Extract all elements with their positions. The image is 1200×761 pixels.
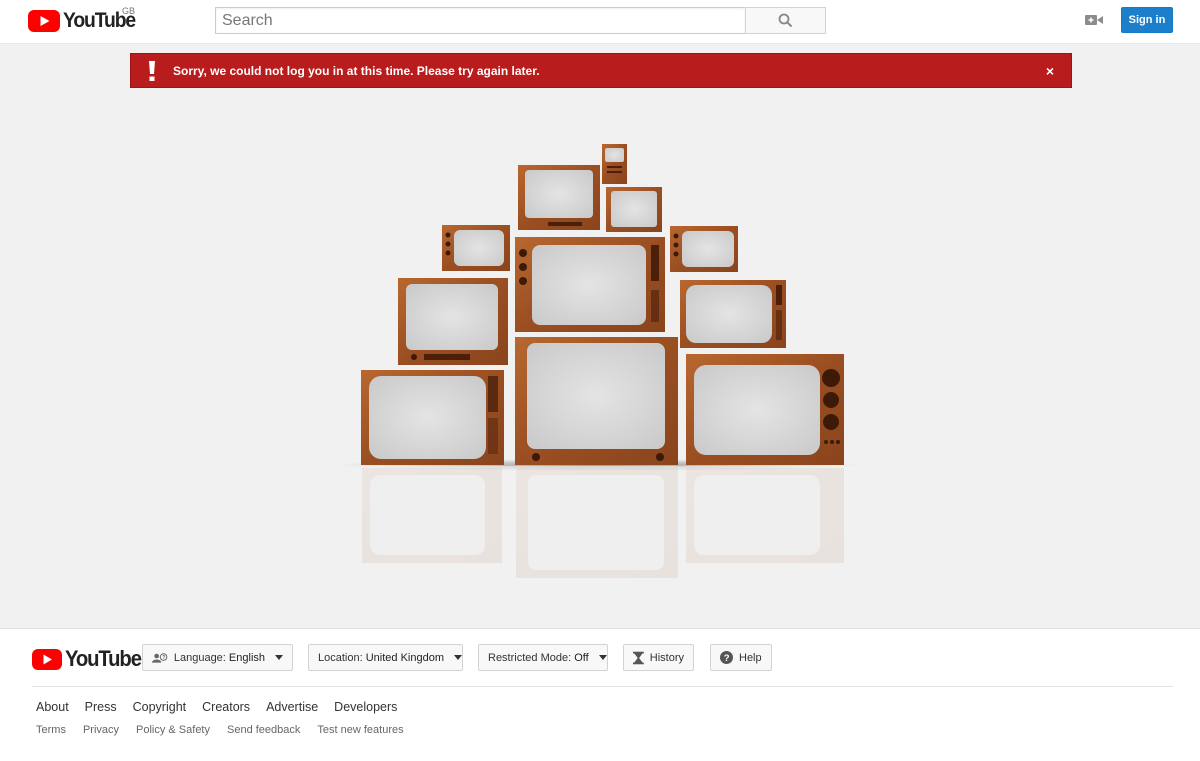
footer-link-developers[interactable]: Developers xyxy=(334,700,397,714)
tv-top-right xyxy=(606,187,662,232)
search-button[interactable] xyxy=(745,7,826,34)
chevron-down-icon xyxy=(454,655,462,660)
footer-link-send-feedback[interactable]: Send feedback xyxy=(227,724,300,736)
location-value: United Kingdom xyxy=(365,651,444,664)
tv-upper-left-small xyxy=(442,225,510,271)
search-input[interactable] xyxy=(215,7,745,34)
tv-middle-center xyxy=(515,237,665,332)
language-icon: ? xyxy=(152,652,168,663)
tv-upper-right-small xyxy=(670,226,738,272)
youtube-play-icon xyxy=(28,10,60,32)
tv-middle-right xyxy=(680,280,786,348)
error-alert: Sorry, we could not log you in at this t… xyxy=(130,53,1072,88)
help-button[interactable]: ? Help xyxy=(710,644,772,671)
masthead: YouTube GB Sign in xyxy=(0,0,1200,44)
footer-link-test-new-features[interactable]: Test new features xyxy=(317,724,403,736)
youtube-play-icon xyxy=(32,648,62,670)
tv-top-left xyxy=(518,165,600,230)
location-prefix: Location: xyxy=(318,651,363,664)
restricted-prefix: Restricted Mode: xyxy=(488,651,572,664)
language-button[interactable]: ? Language: English xyxy=(142,644,293,671)
footer-link-terms[interactable]: Terms xyxy=(36,724,66,736)
footer-link-privacy[interactable]: Privacy xyxy=(83,724,119,736)
tv-top-tiny xyxy=(602,144,627,184)
footer-primary-links: About Press Copyright Creators Advertise… xyxy=(36,700,413,714)
language-value: English xyxy=(228,651,265,664)
footer-link-creators[interactable]: Creators xyxy=(202,700,250,714)
restricted-value: Off xyxy=(574,651,589,664)
footer-link-press[interactable]: Press xyxy=(85,700,117,714)
tv-bottom-right xyxy=(686,354,844,465)
exclamation-icon xyxy=(131,60,173,81)
restricted-mode-button[interactable]: Restricted Mode: Off xyxy=(478,644,608,671)
tv-bottom-left xyxy=(361,370,504,465)
video-camera-icon[interactable] xyxy=(1084,12,1104,28)
hourglass-icon xyxy=(633,651,644,664)
footer-link-about[interactable]: About xyxy=(36,700,69,714)
stacked-retro-tvs-illustration xyxy=(330,144,870,590)
history-label: History xyxy=(649,651,684,664)
svg-text:?: ? xyxy=(724,653,730,664)
footer: YouTube ? Language: English Location: Un… xyxy=(0,628,1200,761)
footer-divider xyxy=(32,686,1173,687)
footer-link-policy-safety[interactable]: Policy & Safety xyxy=(136,724,210,736)
help-label: Help xyxy=(739,651,762,664)
footer-secondary-links: Terms Privacy Policy & Safety Send feedb… xyxy=(36,724,421,736)
help-circle-icon: ? xyxy=(720,651,733,664)
search-icon xyxy=(778,13,793,28)
alert-message: Sorry, we could not log you in at this t… xyxy=(173,63,540,78)
tv-bottom-center xyxy=(515,337,678,465)
sign-in-button[interactable]: Sign in xyxy=(1121,7,1173,33)
history-button[interactable]: History xyxy=(623,644,694,671)
language-prefix: Language: xyxy=(173,651,226,664)
location-button[interactable]: Location: United Kingdom xyxy=(308,644,463,671)
footer-link-advertise[interactable]: Advertise xyxy=(266,700,318,714)
footer-link-copyright[interactable]: Copyright xyxy=(133,700,187,714)
footer-youtube-logo[interactable]: YouTube xyxy=(32,646,147,672)
chevron-down-icon xyxy=(275,655,283,660)
region-code: GB xyxy=(122,6,136,16)
svg-text:?: ? xyxy=(162,654,165,660)
close-icon[interactable]: × xyxy=(1029,63,1071,79)
search-form xyxy=(215,7,826,34)
chevron-down-icon xyxy=(598,655,607,660)
footer-logo-wordmark: YouTube xyxy=(65,646,142,671)
tv-middle-left xyxy=(398,278,508,365)
